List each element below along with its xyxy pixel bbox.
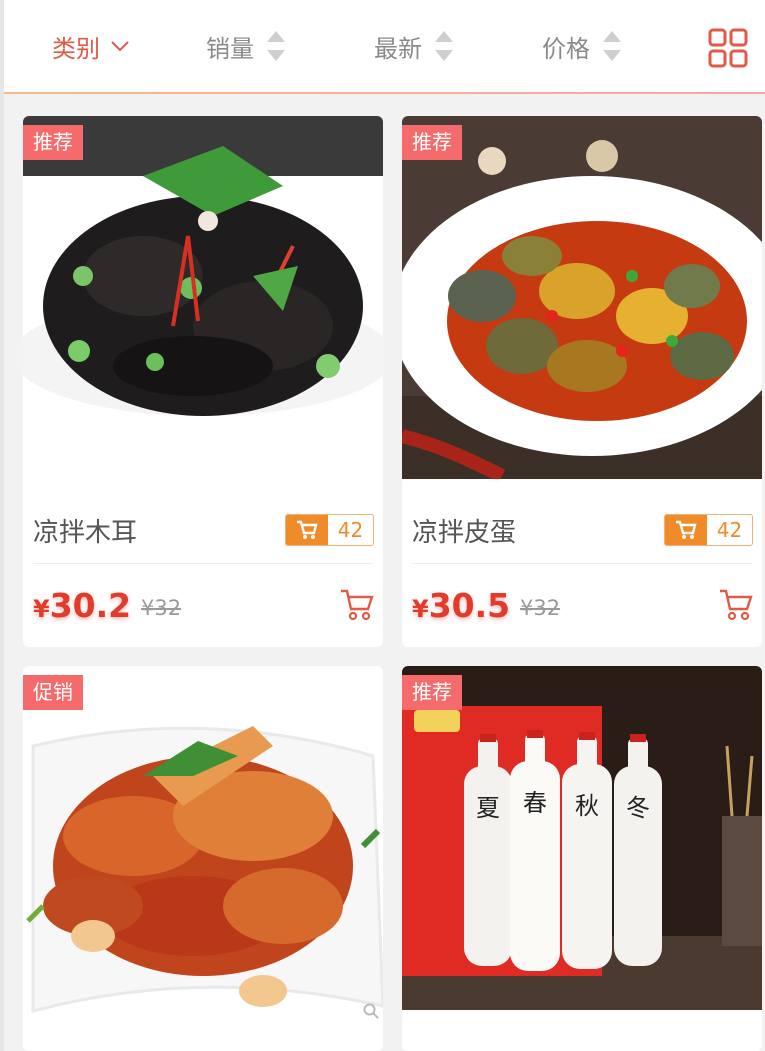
sort-by-sales[interactable]: 销量: [206, 0, 286, 92]
cart-count-badge: 42: [285, 514, 374, 546]
zoom-icon[interactable]: [363, 1003, 379, 1019]
card-divider: [412, 563, 752, 564]
cart-count: 42: [716, 518, 743, 542]
bottle-label-spring: 春: [523, 789, 547, 817]
product-image[interactable]: 夏 春 秋 冬: [402, 666, 762, 1010]
sort-updown-icon: [435, 31, 453, 61]
product-image[interactable]: [23, 666, 383, 1027]
cart-icon: [297, 520, 318, 539]
product-card[interactable]: 推荐 凉拌皮蛋 42 ¥30.5 ¥32: [402, 116, 762, 647]
cart-count: 42: [337, 518, 364, 542]
recommend-badge: 推荐: [23, 125, 83, 160]
price-label: 价格: [542, 34, 590, 63]
header-divider: [4, 92, 765, 94]
recommend-badge: 推荐: [402, 675, 462, 710]
cart-icon: [676, 520, 697, 539]
original-price: ¥32: [520, 596, 561, 620]
add-to-cart-icon[interactable]: [340, 588, 374, 622]
card-divider: [33, 563, 373, 564]
currency-symbol: ¥: [412, 595, 429, 623]
sort-updown-icon: [603, 31, 621, 61]
price: ¥30.2: [33, 586, 131, 625]
original-price: ¥32: [141, 596, 182, 620]
product-name: 凉拌木耳: [33, 518, 138, 548]
product-name: 凉拌皮蛋: [412, 518, 517, 548]
recommend-badge: 推荐: [402, 125, 462, 160]
sort-by-newest[interactable]: 最新: [374, 0, 454, 92]
currency-symbol: ¥: [33, 595, 50, 623]
page-edge: [0, 0, 4, 1051]
product-card[interactable]: 促销: [23, 666, 383, 1051]
category-label: 类别: [52, 34, 100, 63]
product-image[interactable]: [23, 116, 383, 479]
cart-count-badge: 42: [664, 514, 753, 546]
bottle-label-autumn: 秋: [575, 792, 599, 820]
sort-by-price[interactable]: 价格: [542, 0, 622, 92]
chevron-down-icon: [111, 41, 129, 52]
newest-label: 最新: [374, 34, 422, 63]
bottle-label-summer: 夏: [476, 794, 500, 822]
promotion-badge: 促销: [23, 675, 83, 710]
grid-view-icon[interactable]: [708, 28, 748, 68]
price: ¥30.5: [412, 586, 510, 625]
price-value: 30.5: [428, 586, 511, 625]
product-card[interactable]: 夏 春 秋 冬 推荐: [402, 666, 762, 1051]
sales-label: 销量: [206, 34, 254, 63]
product-card[interactable]: 推荐 凉拌木耳 42 ¥30.2 ¥32: [23, 116, 383, 647]
price-value: 30.2: [49, 586, 132, 625]
product-image[interactable]: [402, 116, 762, 479]
add-to-cart-icon[interactable]: [719, 588, 753, 622]
bottle-label-winter: 冬: [626, 794, 650, 822]
sort-updown-icon: [267, 31, 285, 61]
category-filter[interactable]: 类别: [52, 0, 130, 92]
